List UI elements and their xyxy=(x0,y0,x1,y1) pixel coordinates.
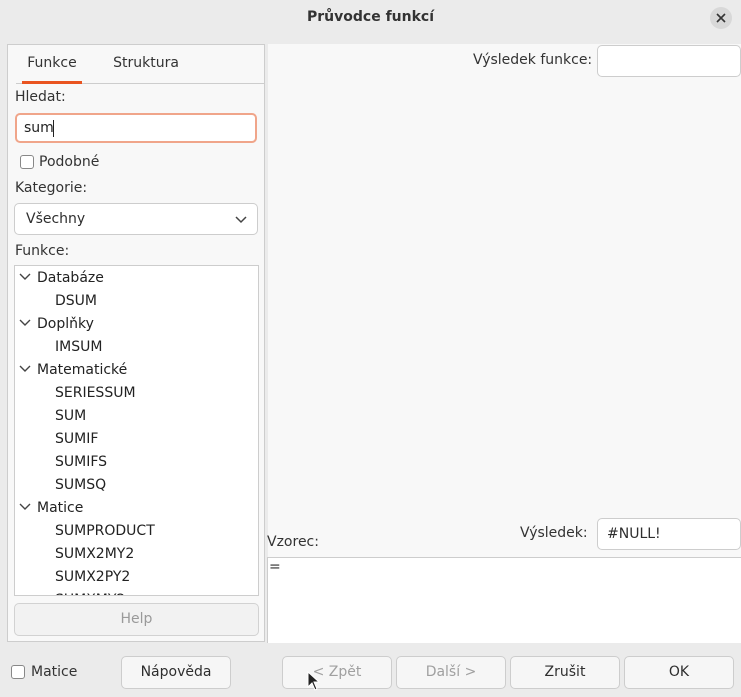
category-value: Všechny xyxy=(26,211,86,227)
search-value: sum xyxy=(24,120,54,136)
similar-label: Podobné xyxy=(39,154,100,170)
tree-row-label: DSUM xyxy=(55,293,97,309)
function-result-field xyxy=(597,45,741,77)
tree-function-row[interactable]: SUM xyxy=(15,405,258,428)
chevron-down-icon[interactable] xyxy=(19,270,31,282)
title-bar: Průvodce funkcí xyxy=(0,0,741,36)
tree-row-label: Matematické xyxy=(37,362,128,378)
tree-function-row[interactable]: SUMX2PY2 xyxy=(15,566,258,589)
text-caret xyxy=(53,120,54,137)
formula-label: Vzorec: xyxy=(267,534,319,550)
tree-row-label: SUM xyxy=(55,408,87,424)
tree-function-row[interactable]: DSUM xyxy=(15,290,258,313)
chevron-down-icon[interactable] xyxy=(19,362,31,374)
tree-row-label: SUMX2PY2 xyxy=(55,569,131,585)
chevron-down-icon xyxy=(235,216,247,224)
tree-function-row[interactable]: SUMPRODUCT xyxy=(15,520,258,543)
array-checkbox[interactable] xyxy=(11,665,25,679)
function-tree[interactable]: Databáze DSUM Doplňky IMSUM Matematické SERIE… xyxy=(14,265,259,596)
search-label: Hledat: xyxy=(15,89,66,105)
tree-category-row[interactable]: Matice xyxy=(15,497,258,520)
close-icon xyxy=(716,13,726,23)
back-button[interactable]: < Zpět xyxy=(282,656,392,689)
ok-button[interactable]: OK xyxy=(624,656,734,689)
help-button[interactable]: Help xyxy=(14,603,259,636)
next-button[interactable]: Další > xyxy=(396,656,506,689)
functions-label: Funkce: xyxy=(15,243,70,259)
mouse-pointer-icon xyxy=(307,671,321,691)
tree-category-row[interactable]: Doplňky xyxy=(15,313,258,336)
similar-checkbox[interactable] xyxy=(20,155,34,169)
tree-function-row[interactable]: SERIESSUM xyxy=(15,382,258,405)
category-label: Kategorie: xyxy=(15,180,88,196)
tree-row-label: IMSUM xyxy=(55,339,103,355)
array-label: Matice xyxy=(31,664,78,680)
dialog-title: Průvodce funkcí xyxy=(307,9,434,25)
result-label: Výsledek: xyxy=(520,525,588,541)
tree-category-row[interactable]: Matematické xyxy=(15,359,258,382)
tree-row-label: SUMPRODUCT xyxy=(55,523,155,539)
formula-editor[interactable]: = xyxy=(267,557,741,643)
cancel-button[interactable]: Zrušit xyxy=(510,656,620,689)
tree-row-label: SUMXMY2 xyxy=(55,592,125,595)
tab-bar: Funkce Struktura xyxy=(16,53,264,84)
tree-function-row[interactable]: SUMX2MY2 xyxy=(15,543,258,566)
tab-structure[interactable]: Struktura xyxy=(106,55,186,81)
close-button[interactable] xyxy=(710,7,732,29)
tree-function-row[interactable]: SUMIF xyxy=(15,428,258,451)
search-input[interactable]: sum xyxy=(15,113,257,143)
chevron-down-icon[interactable] xyxy=(19,316,31,328)
tree-row-label: SUMX2MY2 xyxy=(55,546,135,562)
tree-row-label: SUMIFS xyxy=(55,454,108,470)
tree-function-row[interactable]: SUMSQ xyxy=(15,474,258,497)
tree-row-label: Doplňky xyxy=(37,316,94,332)
tree-row-label: SUMSQ xyxy=(55,477,107,493)
tree-row-label: SERIESSUM xyxy=(55,385,136,401)
chevron-down-icon[interactable] xyxy=(19,500,31,512)
function-result-label: Výsledek funkce: xyxy=(473,52,593,68)
tree-function-row[interactable]: IMSUM xyxy=(15,336,258,359)
tree-row-label: Databáze xyxy=(37,270,104,286)
formula-text: = xyxy=(269,559,281,575)
category-select[interactable]: Všechny xyxy=(14,203,258,235)
tree-row-label: SUMIF xyxy=(55,431,99,447)
tree-category-row[interactable]: Databáze xyxy=(15,267,258,290)
tree-function-row[interactable]: SUMIFS xyxy=(15,451,258,474)
function-detail-panel xyxy=(268,44,741,642)
function-list-panel: Funkce Struktura Hledat: sum Podobné Kat… xyxy=(7,44,265,642)
tab-functions[interactable]: Funkce xyxy=(22,55,82,84)
tree-function-row[interactable]: SUMXMY2 xyxy=(15,589,258,595)
result-field: #NULL! xyxy=(597,518,741,550)
help-dialog-button[interactable]: Nápověda xyxy=(121,656,231,689)
result-value: #NULL! xyxy=(607,526,661,542)
tree-row-label: Matice xyxy=(37,500,84,516)
